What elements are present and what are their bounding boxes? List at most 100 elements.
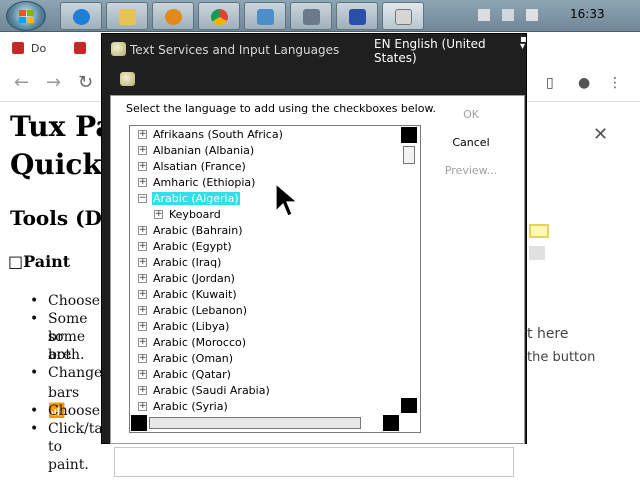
expand-icon[interactable]: + <box>138 130 147 139</box>
language-item-label: Arabic (Jordan) <box>153 272 235 285</box>
language-item-label: Arabic (Libya) <box>153 320 230 333</box>
expand-icon[interactable]: + <box>138 146 147 155</box>
scroll-thumb[interactable] <box>403 146 415 164</box>
language-list-item[interactable]: + Arabic (Jordan) <box>130 271 398 287</box>
dialog-app-icon <box>111 42 126 56</box>
language-list-item[interactable]: + Arabic (Kuwait) <box>130 287 398 303</box>
close-icon[interactable]: ✕ <box>593 124 608 145</box>
control-panel-icon <box>257 9 274 25</box>
section-heading: Tools (Dr <box>10 206 113 230</box>
collapse-icon[interactable]: − <box>138 194 147 203</box>
language-item-label: Arabic (Bahrain) <box>153 224 243 237</box>
vertical-scrollbar[interactable] <box>400 126 420 432</box>
page-title-line1: Tux Pa <box>10 110 114 143</box>
language-tree-list[interactable]: + Afrikaans (South Africa) + Albanian (Alba… <box>129 125 421 433</box>
language-bar-options-icon[interactable]: ▪ ▾ <box>520 35 527 52</box>
language-list-item[interactable]: + Arabic (Egypt) <box>130 239 398 255</box>
language-item-label: Arabic (Algeria) <box>152 192 240 205</box>
language-list-item[interactable]: + Afrikaans (South Africa) <box>130 127 398 143</box>
language-item-label: Arabic (Egypt) <box>153 240 232 253</box>
ok-button[interactable]: OK <box>431 108 511 121</box>
language-item-label: Amharic (Ethiopia) <box>153 176 256 189</box>
scroll-left-arrow[interactable] <box>131 415 147 431</box>
cancel-button[interactable]: Cancel <box>431 136 511 149</box>
language-list-item[interactable]: + Arabic (Lebanon) <box>130 303 398 319</box>
reload-icon[interactable]: ↻ <box>78 74 93 92</box>
volume-muted-icon[interactable] <box>526 9 538 21</box>
scroll-down-arrow[interactable] <box>401 398 417 414</box>
forward-icon[interactable]: → <box>46 74 61 92</box>
flag-icon[interactable] <box>478 9 490 21</box>
expand-icon[interactable]: + <box>138 258 147 267</box>
browser-tab-2[interactable] <box>66 36 96 60</box>
taskbar-keyboard-button[interactable] <box>382 2 424 30</box>
taskbar-paint-button[interactable] <box>290 2 332 30</box>
language-list-item[interactable]: − Arabic (Algeria) <box>130 191 398 207</box>
media-player-icon <box>165 9 182 25</box>
expand-icon[interactable]: + <box>138 322 147 331</box>
language-list-item[interactable]: + Amharic (Ethiopia) <box>130 175 398 191</box>
language-list-item[interactable]: + Arabic (Bahrain) <box>130 223 398 239</box>
language-item-label: Arabic (Oman) <box>153 352 234 365</box>
language-item-label: Arabic (Syria) <box>153 400 228 413</box>
side-panel-icon[interactable]: ▯ <box>546 74 554 92</box>
taskbar-chrome-button[interactable] <box>198 2 240 30</box>
scroll-up-arrow[interactable] <box>401 127 417 143</box>
expand-icon[interactable]: + <box>138 306 147 315</box>
horizontal-scroll-thumb[interactable] <box>149 417 361 429</box>
wrench-icon <box>349 9 366 25</box>
expand-icon[interactable]: + <box>154 210 163 219</box>
profile-icon[interactable]: ● <box>578 74 590 92</box>
language-list-item[interactable]: + Arabic (Oman) <box>130 351 398 367</box>
bullet-2: • <box>30 311 39 327</box>
keyboard-icon <box>395 9 412 25</box>
expand-icon[interactable]: + <box>138 178 147 187</box>
expand-icon[interactable]: + <box>138 354 147 363</box>
language-item-label: Arabic (Morocco) <box>153 336 247 349</box>
taskbar-control-panel-button[interactable] <box>244 2 286 30</box>
language-list-item[interactable]: + Arabic (Morocco) <box>130 335 398 351</box>
bullet-1: • <box>30 293 39 309</box>
language-list-item[interactable]: + Arabic (Iraq) <box>130 255 398 271</box>
menu-icon[interactable]: ⋮ <box>608 74 622 92</box>
taskbar-tools-button[interactable] <box>336 2 378 30</box>
page-box <box>114 447 514 477</box>
windows-logo-icon <box>19 10 35 24</box>
back-icon[interactable]: ← <box>14 74 29 92</box>
language-list-item[interactable]: + Arabic (Saudi Arabia) <box>130 383 398 399</box>
language-item-label: Keyboard <box>169 208 221 221</box>
horizontal-scrollbar[interactable] <box>130 413 420 432</box>
taskbar-explorer-button[interactable] <box>106 2 148 30</box>
language-item-label: Arabic (Lebanon) <box>153 304 248 317</box>
language-item-label: Afrikaans (South Africa) <box>153 128 283 141</box>
expand-icon[interactable]: + <box>138 242 147 251</box>
language-list-item[interactable]: + Alsatian (France) <box>130 159 398 175</box>
expand-icon[interactable]: + <box>138 274 147 283</box>
expand-icon[interactable]: + <box>138 290 147 299</box>
chrome-icon <box>211 9 228 25</box>
taskbar-ie-button[interactable] <box>60 2 102 30</box>
language-item-label: Alsatian (France) <box>153 160 246 173</box>
language-list-item[interactable]: + Arabic (Libya) <box>130 319 398 335</box>
taskbar-media-button[interactable] <box>152 2 194 30</box>
expand-icon[interactable]: + <box>138 162 147 171</box>
bullet-3: • <box>30 365 39 381</box>
language-list-item[interactable]: + Albanian (Albania) <box>130 143 398 159</box>
expand-icon[interactable]: + <box>138 386 147 395</box>
bullet-3-text: Change <box>48 365 103 381</box>
preview-button[interactable]: Preview... <box>431 164 511 177</box>
scroll-right-arrow[interactable] <box>383 415 399 431</box>
expand-icon[interactable]: + <box>138 370 147 379</box>
tree-subitem[interactable]: + Keyboard <box>130 207 398 223</box>
language-bar-indicator[interactable]: EN English (United States) <box>374 37 526 65</box>
bullet-4: • <box>30 403 39 419</box>
language-list-item[interactable]: + Arabic (Qatar) <box>130 367 398 383</box>
network-icon[interactable] <box>502 9 514 21</box>
expand-icon[interactable]: + <box>138 226 147 235</box>
browser-tab-title: Do <box>31 42 47 55</box>
dialog-header-icon <box>120 72 135 86</box>
start-button[interactable] <box>6 1 46 31</box>
expand-icon[interactable]: + <box>138 338 147 347</box>
clock[interactable]: 16:33 <box>570 7 605 21</box>
expand-icon[interactable]: + <box>138 402 147 411</box>
